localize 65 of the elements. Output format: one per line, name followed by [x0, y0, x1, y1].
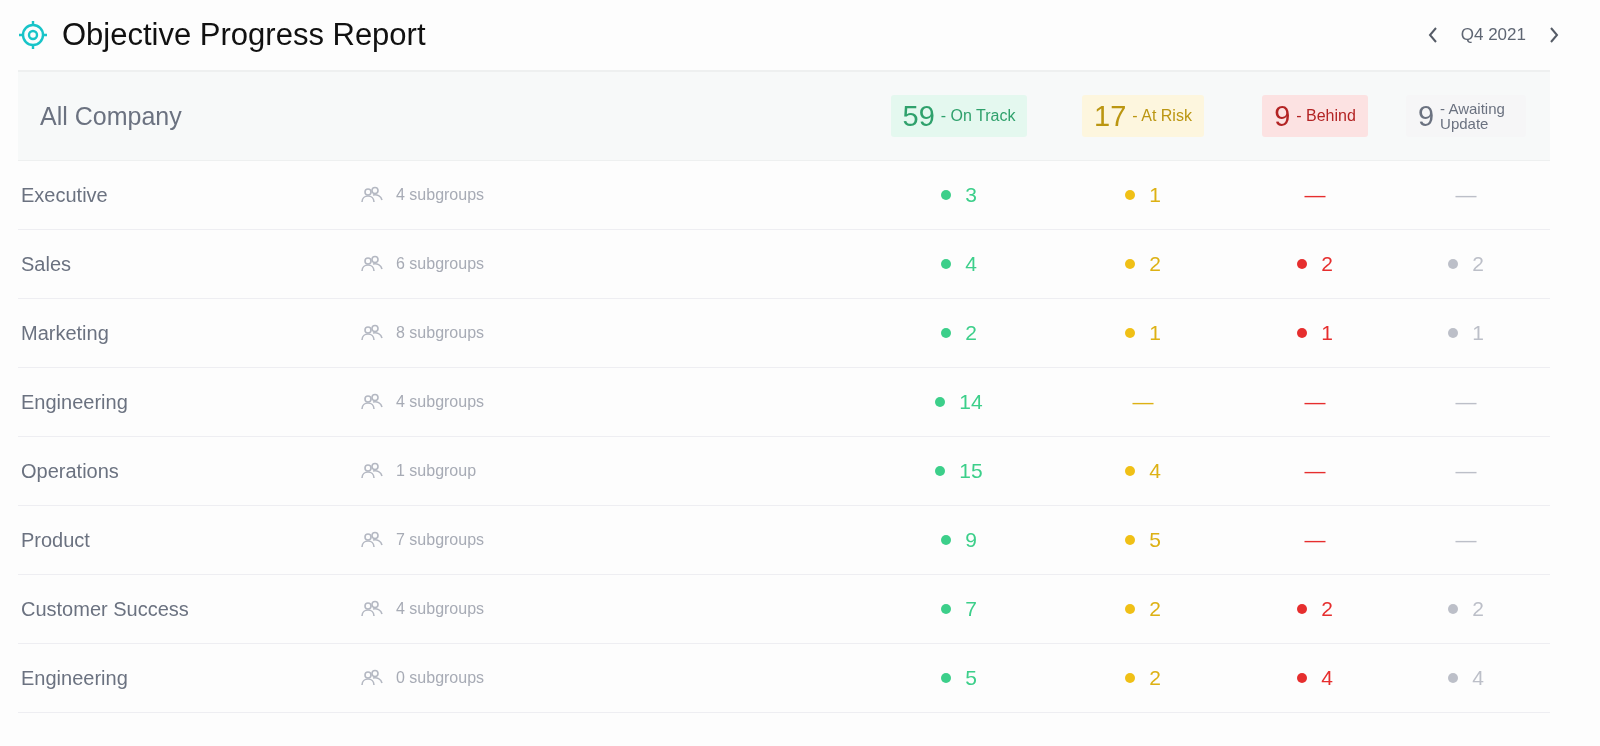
empty-dash: — [1132, 390, 1154, 414]
status-count: 4 [1149, 459, 1161, 483]
subgroup-count: 4 subgroups [396, 393, 485, 411]
subgroup-count: 4 subgroups [396, 600, 485, 618]
status-count: 4 [965, 252, 977, 276]
period-label: Q4 2021 [1460, 25, 1526, 45]
empty-dash: — [1304, 528, 1326, 552]
subgroup-count: 7 subgroups [396, 531, 485, 549]
report-title: Objective Progress Report [62, 17, 426, 53]
people-icon [360, 324, 384, 342]
status-count: 4 [1321, 666, 1333, 690]
chevron-right-icon [1548, 27, 1560, 43]
status-badge: 59 - On Track [890, 95, 1028, 137]
people-icon [360, 462, 384, 480]
people-icon [360, 669, 384, 687]
summary-label: All Company [39, 101, 183, 131]
group-name: Operations [20, 459, 120, 483]
target-icon [18, 20, 48, 50]
people-icon [360, 531, 384, 549]
people-icon [360, 393, 384, 411]
status-count: 2 [1149, 252, 1161, 276]
status-count: 1 [1149, 321, 1161, 345]
status-count: 2 [1321, 252, 1333, 276]
status-count: 2 [1321, 597, 1333, 621]
status-count: 3 [965, 183, 977, 207]
status-count: 14 [959, 390, 983, 414]
status-count: 2 [965, 321, 977, 345]
empty-dash: — [1304, 459, 1326, 483]
status-badge: 9 - Behind [1262, 95, 1368, 137]
people-icon [360, 255, 384, 273]
status-count: 2 [1149, 597, 1161, 621]
status-count: 1 [1321, 321, 1333, 345]
status-count: 15 [959, 459, 983, 483]
status-badge: 17 - At Risk [1082, 95, 1204, 137]
people-icon [360, 600, 384, 618]
status-count: 1 [1472, 321, 1484, 345]
group-name: Engineering [20, 390, 129, 414]
status-count: 4 [1472, 666, 1484, 690]
group-name: Product [20, 528, 91, 552]
empty-dash: — [1304, 183, 1326, 207]
empty-dash: — [1304, 390, 1326, 414]
chevron-left-icon [1426, 27, 1439, 43]
subgroup-count: 8 subgroups [396, 324, 485, 342]
subgroup-count: 0 subgroups [396, 669, 485, 687]
status-count: 9 [965, 528, 977, 552]
people-icon [360, 186, 384, 204]
status-count: 1 [1149, 183, 1161, 207]
group-name: Customer Success [20, 597, 190, 621]
status-count: 5 [1149, 528, 1161, 552]
group-name: Marketing [20, 321, 110, 345]
status-count: 2 [1472, 597, 1484, 621]
subgroup-count: 6 subgroups [396, 255, 485, 273]
empty-dash: — [1455, 183, 1477, 207]
status-count: 7 [965, 597, 977, 621]
empty-dash: — [1455, 528, 1477, 552]
status-count: 2 [1472, 252, 1484, 276]
status-count: 5 [965, 666, 977, 690]
subgroup-count: 4 subgroups [396, 186, 485, 204]
group-name: Sales [20, 252, 73, 276]
empty-dash: — [1455, 459, 1477, 483]
group-name: Engineering [20, 666, 129, 690]
subgroup-count: 1 subgroup [396, 462, 477, 480]
empty-dash: — [1455, 390, 1477, 414]
status-count: 2 [1149, 666, 1161, 690]
group-name: Executive [20, 183, 109, 207]
